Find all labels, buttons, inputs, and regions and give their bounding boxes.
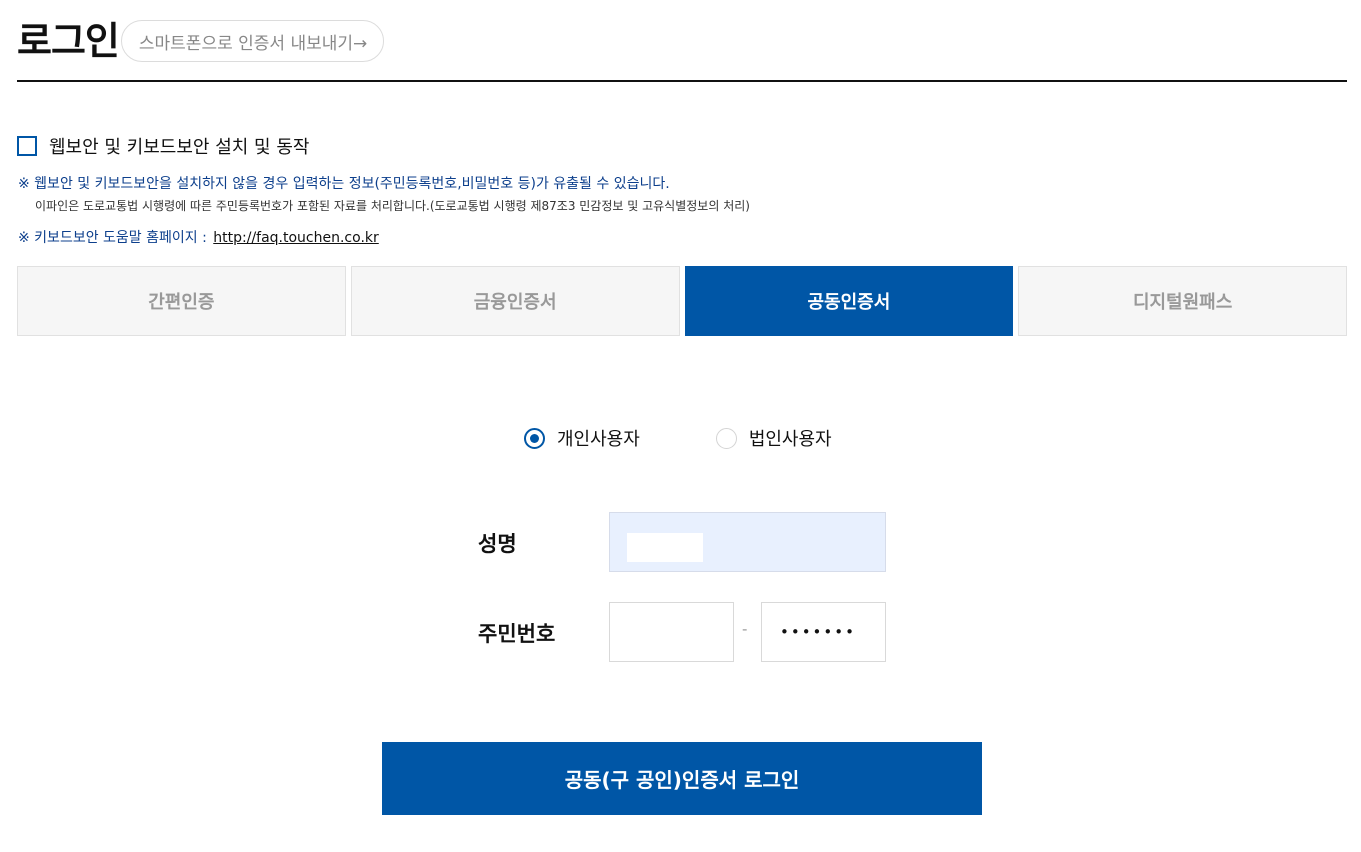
auth-method-tabs: 간편인증 금융인증서 공동인증서 디지털원패스 xyxy=(17,266,1347,336)
rrn-label: 주민번호 xyxy=(478,622,556,646)
name-input[interactable] xyxy=(609,512,886,572)
user-type-group: 개인사용자 법인사용자 xyxy=(524,425,832,451)
security-consent-checkbox[interactable] xyxy=(17,136,37,156)
help-link[interactable]: http://faq.touchen.co.kr xyxy=(213,230,379,246)
rrn-front-input[interactable] xyxy=(609,602,734,662)
radio-corporate-user[interactable]: 법인사용자 xyxy=(715,425,832,451)
security-warning-notice: ※ 웹보안 및 키보드보안을 설치하지 않을 경우 입력하는 정보(주민등록번호… xyxy=(18,176,670,192)
security-consent-label: 웹보안 및 키보드보안 설치 및 동작 xyxy=(49,137,310,158)
legal-notice: 이파인은 도로교통법 시행령에 따른 주민등록번호가 포함된 자료를 처리합니다… xyxy=(35,199,750,213)
radio-selected-dot xyxy=(530,433,539,443)
certificate-login-button[interactable]: 공동(구 공인)인증서 로그인 xyxy=(382,742,982,815)
radio-individual-user-label: 개인사용자 xyxy=(557,429,640,450)
radio-corporate-user-control[interactable] xyxy=(715,427,737,449)
tab-digital-onepass[interactable]: 디지털원패스 xyxy=(1018,266,1347,336)
page-header: 로그인 스마트폰으로 인증서 내보내기→ xyxy=(17,16,385,66)
help-prefix: ※ 키보드보안 도움말 홈페이지 : xyxy=(18,230,207,246)
radio-corporate-user-label: 법인사용자 xyxy=(748,429,832,450)
header-divider xyxy=(17,80,1347,82)
keyboard-security-help: ※ 키보드보안 도움말 홈페이지 : http://faq.touchen.co… xyxy=(18,227,379,247)
security-consent[interactable]: 웹보안 및 키보드보안 설치 및 동작 xyxy=(17,133,309,159)
tab-simple-auth[interactable]: 간편인증 xyxy=(17,266,346,336)
tab-joint-certificate[interactable]: 공동인증서 xyxy=(684,266,1014,336)
export-certificate-button[interactable]: 스마트폰으로 인증서 내보내기→ xyxy=(120,20,385,62)
tab-financial-certificate[interactable]: 금융인증서 xyxy=(350,266,680,336)
rrn-separator: - xyxy=(742,620,748,638)
name-value-mask xyxy=(627,533,703,562)
radio-individual-user[interactable]: 개인사용자 xyxy=(524,425,640,451)
page-title: 로그인 xyxy=(17,19,120,63)
radio-individual-user-control[interactable] xyxy=(524,427,545,449)
name-label: 성명 xyxy=(478,532,517,556)
rrn-back-input[interactable]: ••••••• xyxy=(761,602,886,662)
